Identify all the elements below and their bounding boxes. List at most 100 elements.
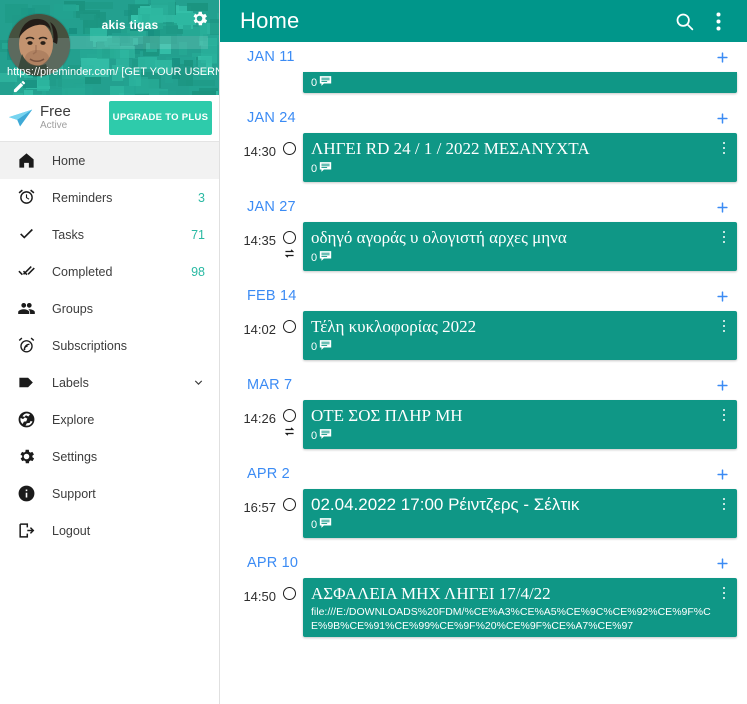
reminder-time: 14:02	[243, 322, 276, 337]
date-header: FEB 14	[220, 281, 747, 311]
date-label: APR 2	[247, 466, 290, 482]
sidebar-item-labels[interactable]: Labels	[0, 364, 219, 401]
comment-icon	[319, 516, 332, 534]
comment-count: 0	[311, 162, 318, 175]
search-icon[interactable]	[667, 4, 701, 38]
sidebar-item-home[interactable]: Home	[0, 142, 219, 179]
date-label: MAR 7	[247, 377, 293, 393]
reminder-card[interactable]: ΛΗΓΕΙ RD 24 / 1 / 2022 ΜΕΣΑΝΥΧΤΑ 0	[303, 133, 737, 182]
plan-name: Free	[40, 103, 71, 121]
complete-toggle-circle-icon[interactable]	[283, 231, 296, 244]
reminder-time: 16:57	[243, 500, 276, 515]
date-group: APR 2 16:57 02.04.2022 17:00 Ρέιντζερς - Σ…	[220, 459, 747, 548]
reminder-marks	[276, 489, 303, 511]
add-reminder-icon[interactable]	[713, 376, 731, 394]
reminder-row: 14:50 ΑΣΦΑΛΕΙΑ ΜΗΧ ΛΗΓΕΙ 17/4/22 file:///E…	[220, 578, 747, 647]
label-tag-icon	[0, 373, 52, 392]
comment-counter[interactable]: 0	[311, 426, 711, 445]
date-group: FEB 14 14:02 Τέλη κυκλοφορίας 2022 0	[220, 281, 747, 370]
reminder-card[interactable]: οδηγό αγοράς υ ολογιστή αρχες μηνα 0	[303, 222, 737, 271]
sidebar-item-label: Labels	[52, 375, 89, 390]
double-check-icon	[0, 262, 52, 281]
comment-counter[interactable]: 0	[311, 73, 332, 92]
sidebar-item-tasks[interactable]: Tasks 71	[0, 216, 219, 253]
date-group: MAR 7 14:26 ΟΤΕ ΣΟΣ ΠΛΗΡ ΜΗ 0	[220, 370, 747, 459]
complete-toggle-circle-icon[interactable]	[283, 409, 296, 422]
sidebar-item-label: Reminders	[52, 190, 113, 205]
profile-url[interactable]: https://pireminder.com/ [GET YOUR USERNA…	[7, 66, 219, 78]
comment-counter[interactable]: 0	[311, 337, 711, 356]
profile-name: akis tigas	[101, 18, 159, 32]
logout-icon	[0, 521, 52, 540]
sidebar-item-logout[interactable]: Logout	[0, 512, 219, 549]
reminder-title: Τέλη κυκλοφορίας 2022	[311, 317, 477, 336]
edit-profile-pencil-icon[interactable]	[12, 79, 27, 95]
date-header: JAN 24	[220, 103, 747, 133]
reminder-overflow-menu-icon[interactable]	[715, 138, 733, 158]
upgrade-to-plus-button[interactable]: UPGRADE TO PLUS	[109, 101, 212, 135]
comment-icon	[319, 160, 332, 178]
home-icon	[0, 151, 52, 170]
date-label: FEB 14	[247, 288, 297, 304]
comment-counter[interactable]: 0	[311, 515, 711, 534]
date-label: JAN 11	[247, 49, 295, 65]
sidebar-item-completed[interactable]: Completed 98	[0, 253, 219, 290]
paper-plane-icon	[4, 108, 38, 128]
globe-icon	[0, 410, 52, 429]
sidebar-item-label: Subscriptions	[52, 338, 128, 353]
reminder-overflow-menu-icon[interactable]	[715, 227, 733, 247]
add-reminder-icon[interactable]	[713, 287, 731, 305]
reminder-overflow-menu-icon[interactable]	[715, 583, 733, 603]
reminder-row-clipped: 0	[220, 72, 747, 103]
add-reminder-icon[interactable]	[713, 48, 731, 66]
add-reminder-icon[interactable]	[713, 554, 731, 572]
complete-toggle-circle-icon[interactable]	[283, 498, 296, 511]
kebab-menu-icon[interactable]	[701, 4, 735, 38]
sidebar-item-support[interactable]: Support	[0, 475, 219, 512]
reminder-card[interactable]: Τέλη κυκλοφορίας 2022 0	[303, 311, 737, 360]
reminder-marks	[276, 311, 303, 333]
reminder-overflow-menu-icon[interactable]	[715, 316, 733, 336]
reminder-time: 14:26	[243, 411, 276, 426]
sidebar-item-label: Support	[52, 486, 96, 501]
reminder-list[interactable]: JAN 11 0 JAN 24 14:30 ΛΗΓΕΙ RD 24 / 1 / 2022…	[220, 42, 747, 704]
reminder-overflow-menu-icon[interactable]	[715, 405, 733, 425]
reminder-card[interactable]: ΟΤΕ ΣΟΣ ΠΛΗΡ ΜΗ 0	[303, 400, 737, 449]
comment-icon	[319, 338, 332, 356]
reminder-time: 14:30	[243, 144, 276, 159]
profile-settings-gear-icon[interactable]	[187, 6, 211, 30]
sidebar-item-reminders[interactable]: Reminders 3	[0, 179, 219, 216]
comment-counter[interactable]: 0	[311, 159, 711, 178]
reminder-title: ΑΣΦΑΛΕΙΑ ΜΗΧ ΛΗΓΕΙ 17/4/22	[311, 584, 551, 603]
add-reminder-icon[interactable]	[713, 109, 731, 127]
reminder-time: 14:35	[243, 233, 276, 248]
date-group: JAN 11 0	[220, 42, 747, 103]
add-reminder-icon[interactable]	[713, 465, 731, 483]
date-label: APR 10	[247, 555, 299, 571]
sidebar-item-badge: 3	[198, 190, 205, 205]
complete-toggle-circle-icon[interactable]	[283, 320, 296, 333]
sidebar-item-explore[interactable]: Explore	[0, 401, 219, 438]
chevron-down-icon[interactable]	[192, 376, 205, 389]
sidebar-item-settings[interactable]: Settings	[0, 438, 219, 475]
add-reminder-icon[interactable]	[713, 198, 731, 216]
plan-text: Free Active	[38, 104, 109, 131]
reminder-overflow-menu-icon[interactable]	[715, 494, 733, 514]
page-title: Home	[240, 8, 300, 33]
complete-toggle-circle-icon[interactable]	[283, 142, 296, 155]
sidebar-item-subscriptions[interactable]: Subscriptions	[0, 327, 219, 364]
reminder-marks	[276, 222, 303, 264]
comment-counter[interactable]: 0	[311, 248, 711, 267]
reminder-card[interactable]: ΑΣΦΑΛΕΙΑ ΜΗΧ ΛΗΓΕΙ 17/4/22 file:///E:/DOW…	[303, 578, 737, 637]
reminder-card[interactable]: 0	[303, 72, 737, 93]
reminder-card[interactable]: 02.04.2022 17:00 Ρέιντζερς - Σέλτικ 0	[303, 489, 737, 538]
reminder-time: 14:50	[243, 589, 276, 604]
date-header: APR 10	[220, 548, 747, 578]
sidebar-item-label: Home	[52, 153, 86, 168]
sidebar-item-groups[interactable]: Groups	[0, 290, 219, 327]
sidebar-item-badge: 71	[191, 227, 205, 242]
comment-count: 0	[311, 76, 318, 89]
complete-toggle-circle-icon[interactable]	[283, 587, 296, 600]
sidebar-item-badge: 98	[191, 264, 205, 279]
info-icon	[0, 484, 52, 503]
